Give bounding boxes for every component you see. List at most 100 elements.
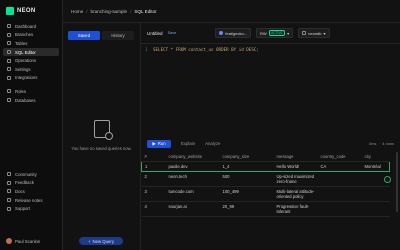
column-header[interactable]: message (273, 152, 318, 162)
table-cell (317, 201, 362, 217)
neon-logo[interactable]: NEON (6, 7, 36, 15)
breadcrumb-home[interactable]: Home (71, 9, 83, 14)
column-header[interactable]: country_code (317, 152, 362, 162)
sidebar-item-label: Feedback (15, 180, 34, 186)
sidebar-item-operations[interactable]: Operations (3, 56, 59, 65)
breadcrumb-branch[interactable]: branching-sample (91, 9, 128, 14)
column-header[interactable]: # (141, 152, 166, 162)
table-row[interactable]: 4 sourjan.ai 20_99 Progressive fault-tol… (141, 201, 390, 217)
row-count: 4 rows (382, 141, 394, 146)
note-icon (7, 198, 11, 203)
sidebar-item-support[interactable]: Support (3, 204, 59, 213)
save-button[interactable]: Save (168, 31, 177, 35)
table-cell: 1_4 (219, 161, 274, 172)
sidebar-item-roles[interactable]: Roles (3, 87, 59, 96)
sql-query-text[interactable]: SELECT * FROM contact_us ORDER BY id DES… (153, 47, 259, 52)
table-row[interactable]: 1 paulie.dev 1_4 Hello World! CA Montréa… (141, 161, 390, 172)
query-timing: 0ms (368, 141, 377, 146)
compute-select[interactable]: RW ACTIVE ▾ (256, 28, 294, 38)
sql-code-editor[interactable]: 1 SELECT * FROM contact_us ORDER BY id D… (141, 44, 400, 134)
table-cell (361, 186, 390, 202)
table-cell: tumcode.com (165, 186, 220, 202)
sidebar-item-docs[interactable]: Docs (3, 187, 59, 196)
line-number: 1 (145, 47, 148, 52)
chevron-down-icon: ▾ (287, 30, 290, 36)
sidebar-item-label: Release notes (15, 197, 43, 203)
column-header[interactable]: city (361, 152, 390, 162)
sidebar-item-label: Integrations (15, 75, 38, 81)
tab-history[interactable]: History (102, 31, 134, 40)
chat-icon (7, 172, 11, 177)
table-header-row: # company_website company_size message c… (141, 152, 390, 162)
sidebar-item-settings[interactable]: Settings (3, 65, 59, 74)
sidebar-item-dashboard[interactable]: Dashboard (3, 22, 59, 31)
user-menu[interactable]: Paul Scanlon (6, 238, 40, 244)
logo-text: NEON (17, 8, 36, 14)
plus-icon: + (87, 238, 91, 244)
user-icon (7, 89, 11, 94)
table-cell: 1 (141, 161, 166, 172)
sidebar-item-integrations[interactable]: Integrations (3, 74, 59, 83)
analyze-button[interactable]: Analyze (205, 141, 220, 146)
play-icon: ▶ (152, 140, 156, 146)
sidebar-item-label: Dashboard (15, 23, 37, 29)
sidebar-item-label: SQL Editor (15, 49, 36, 55)
document-search-icon (93, 120, 113, 140)
table-cell: Up-sized maximized zero-frame (273, 171, 318, 187)
new-query-button[interactable]: + New Query (79, 237, 123, 245)
table-icon (7, 41, 11, 46)
table-row[interactable]: 2 neon.tech 500 Up-sized maximized zero-… (141, 171, 390, 187)
table-cell (361, 201, 390, 217)
branch-select[interactable]: feat/gecko... (215, 28, 252, 38)
sidebar-item-community[interactable]: Community (3, 170, 59, 179)
sidebar-item-label: Databases (15, 97, 36, 103)
panel-tabs: Saved History (68, 31, 134, 40)
sidebar-item-sql-editor[interactable]: SQL Editor (3, 47, 59, 57)
query-title[interactable]: Untitled (147, 31, 163, 36)
table-cell: paulie.dev (165, 161, 220, 172)
sidebar-item-tables[interactable]: Tables (3, 39, 59, 48)
sidebar-item-label: Tables (15, 40, 28, 46)
saved-queries-panel: Saved History You have no saved queries … (63, 23, 141, 250)
puzzle-icon (7, 75, 11, 80)
table-cell: CA (317, 161, 362, 172)
column-header[interactable]: company_size (219, 152, 274, 162)
compute-label: RW (260, 30, 267, 36)
sidebar-item-branches[interactable]: Branches (3, 31, 59, 40)
chevron-down-icon: ▾ (323, 30, 326, 36)
table-cell: 500 (219, 171, 274, 187)
breadcrumb: Home / branching-sample / SQL Editor (63, 0, 400, 23)
empty-state-text: You have no saved queries now. (71, 146, 132, 151)
table-cell: Progressive fault-tolerant (273, 201, 318, 217)
sidebar-footer-nav: Community Feedback Docs Release notes Su… (3, 170, 59, 213)
table-cell: 100_499 (219, 186, 274, 202)
editor-toolbar: Untitled Save feat/gecko... RW ACTIVE ▾ … (141, 23, 400, 44)
grid-icon (7, 24, 11, 29)
message-icon (7, 180, 11, 185)
sidebar: NEON Dashboard Branches Tables SQL Edito… (0, 0, 63, 250)
sidebar-item-feedback[interactable]: Feedback (3, 179, 59, 188)
sidebar-item-label: Settings (15, 66, 31, 72)
table-cell: Multi-lateral attitude-oriented policy (273, 186, 318, 202)
results-table: # company_website company_size message c… (141, 152, 390, 217)
avatar (6, 238, 12, 244)
database-icon (7, 98, 11, 103)
sidebar-nav: Dashboard Branches Tables SQL Editor Ope… (3, 22, 59, 104)
breadcrumb-current: SQL Editor (134, 8, 157, 14)
user-name: Paul Scanlon (15, 238, 41, 244)
tab-saved[interactable]: Saved (68, 31, 100, 40)
sidebar-item-label: Branches (15, 32, 34, 38)
table-row[interactable]: 3 tumcode.com 100_499 Multi-lateral atti… (141, 186, 390, 202)
sidebar-item-label: Operations (15, 58, 37, 64)
table-cell: sourjan.ai (165, 201, 220, 217)
sidebar-item-databases[interactable]: Databases (3, 96, 59, 105)
sidebar-item-label: Community (15, 171, 37, 177)
table-cell (317, 186, 362, 202)
table-cell: 2 (141, 171, 166, 187)
sidebar-item-release-notes[interactable]: Release notes (3, 196, 59, 205)
database-select[interactable]: neondb ▾ (298, 28, 330, 38)
run-button[interactable]: ▶ Run (147, 139, 171, 148)
column-header[interactable]: company_website (165, 152, 220, 162)
results-scrollbar[interactable] (396, 152, 398, 212)
explain-button[interactable]: Explain (181, 141, 195, 146)
